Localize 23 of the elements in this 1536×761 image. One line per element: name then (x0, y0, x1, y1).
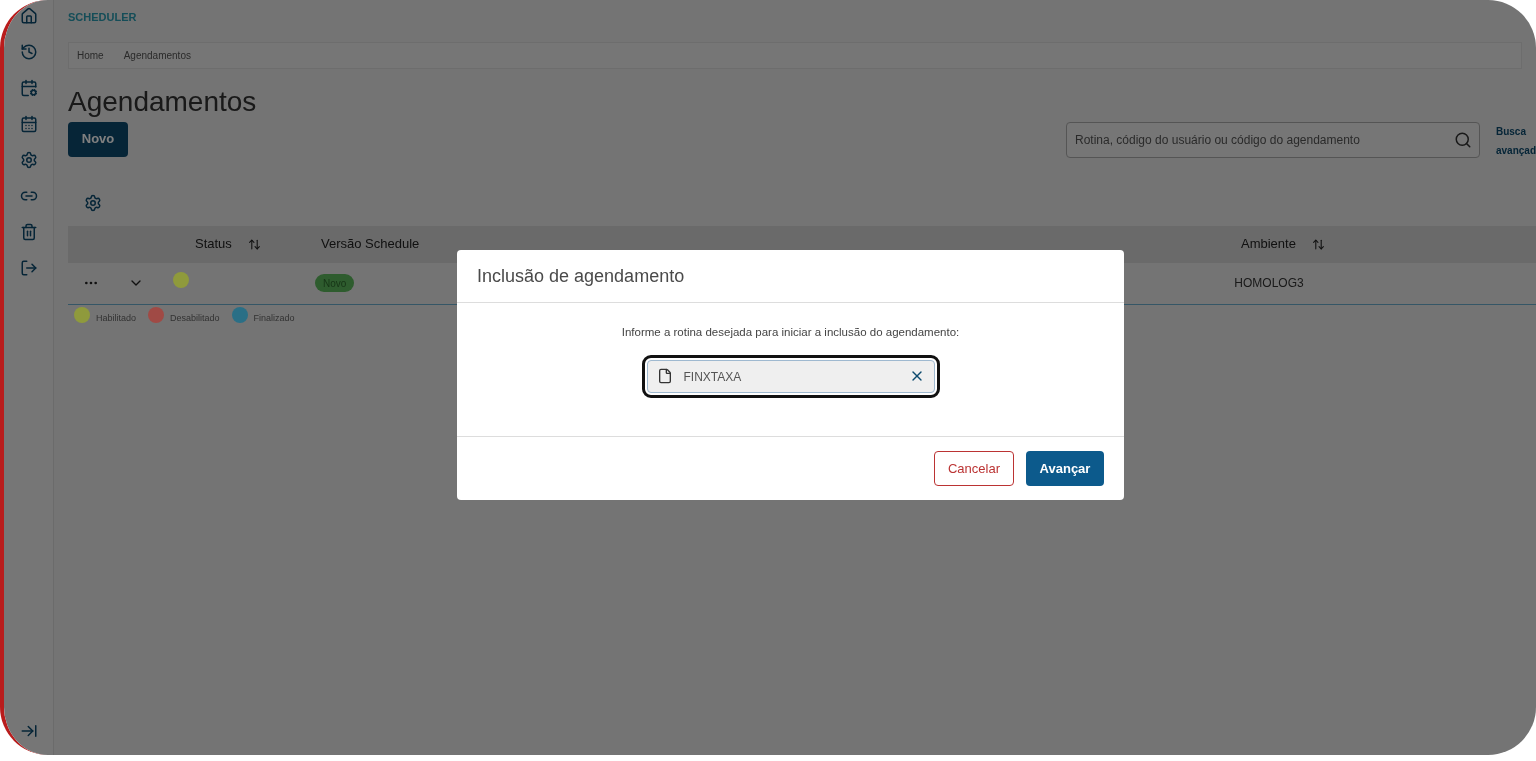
app-title: SCHEDULER (68, 10, 137, 25)
settings-icon[interactable] (84, 193, 102, 212)
new-button[interactable]: Novo (68, 121, 128, 157)
sort-icon[interactable] (1311, 237, 1325, 251)
search-field[interactable]: Rotina, código do usuário ou código do agendamento (1065, 121, 1480, 158)
breadcrumb-link[interactable]: Agendamentos (123, 47, 191, 63)
file-icon (656, 368, 673, 385)
dialog-title: Inclusão de agendamento (457, 250, 1124, 303)
legend-label: Habilitado (96, 311, 137, 325)
table-cell-text: HOMOLOG3 (1234, 275, 1304, 292)
legend-label: Desabilitado (170, 311, 220, 325)
column-header[interactable]: Versão Schedule (321, 234, 420, 254)
search-icon[interactable] (1453, 130, 1472, 149)
legend-label: Finalizado (253, 311, 295, 325)
sort-icon[interactable] (247, 237, 261, 251)
cancel-button[interactable]: Cancelar (934, 451, 1014, 486)
breadcrumb-link[interactable]: Home (77, 47, 104, 63)
page-title: Agendamentos (68, 84, 258, 119)
dialog-prompt: Informe a rotina desejada para iniciar a inclusão do agendamento: (621, 325, 960, 340)
column-header[interactable]: Ambiente (1241, 234, 1296, 254)
column-header[interactable]: Status (195, 234, 232, 254)
next-button[interactable]: Avançar (1026, 451, 1104, 486)
advanced-search-link[interactable]: Busca avançad (1495, 121, 1536, 160)
